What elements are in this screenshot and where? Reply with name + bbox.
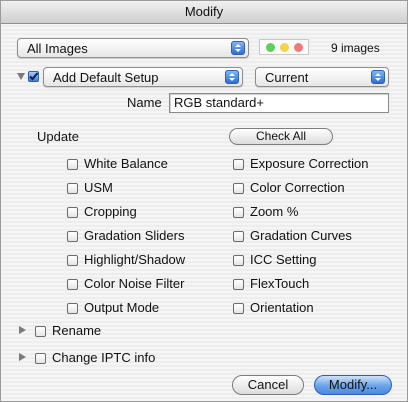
white-balance-checkbox[interactable]: [67, 159, 78, 170]
output-mode-label: Output Mode: [84, 300, 160, 315]
modify-dialog: Modify All Images 9 images Add Default S…: [0, 0, 408, 402]
window-title: Modify: [1, 1, 407, 24]
color-correction-checkbox[interactable]: [233, 183, 244, 194]
setup-checkbox[interactable]: [28, 71, 39, 82]
usm-label: USM: [84, 180, 113, 195]
icc-setting-label: ICC Setting: [250, 252, 317, 267]
iptc-label: Change IPTC info: [52, 350, 156, 365]
disclosure-open-icon[interactable]: [17, 73, 25, 80]
exposure-correction-checkbox[interactable]: [233, 159, 244, 170]
exposure-correction-label: Exposure Correction: [250, 156, 369, 171]
gradation-curves-checkbox[interactable]: [233, 231, 244, 242]
setup-mode-popup[interactable]: Current: [255, 67, 389, 87]
rename-checkbox[interactable]: [35, 326, 46, 337]
rename-label: Rename: [52, 323, 102, 338]
gradation-sliders-label: Gradation Sliders: [84, 228, 185, 243]
popup-arrows-icon: [371, 70, 385, 84]
highlight-shadow-checkbox[interactable]: [67, 255, 78, 266]
disclosure-closed-icon[interactable]: [19, 353, 26, 361]
color-label-filter[interactable]: [259, 39, 309, 55]
setup-action-popup[interactable]: Add Default Setup: [43, 67, 243, 87]
update-label: Update: [37, 129, 79, 144]
output-mode-checkbox[interactable]: [67, 303, 78, 314]
modify-button[interactable]: Modify...: [314, 375, 392, 395]
orientation-label: Orientation: [250, 300, 314, 315]
flextouch-checkbox[interactable]: [233, 279, 244, 290]
check-all-button[interactable]: Check All: [229, 128, 333, 145]
orientation-checkbox[interactable]: [233, 303, 244, 314]
name-field[interactable]: RGB standard+: [169, 93, 389, 113]
color-correction-label: Color Correction: [250, 180, 345, 195]
color-noise-filter-checkbox[interactable]: [67, 279, 78, 290]
name-label: Name: [127, 95, 162, 110]
cropping-label: Cropping: [84, 204, 137, 219]
green-label-icon[interactable]: [266, 43, 275, 52]
popup-arrows-icon: [231, 41, 245, 55]
highlight-shadow-label: Highlight/Shadow: [84, 252, 186, 267]
source-popup[interactable]: All Images: [17, 38, 249, 58]
color-noise-filter-label: Color Noise Filter: [84, 276, 185, 291]
image-count: 9 images: [331, 41, 380, 55]
disclosure-closed-icon[interactable]: [19, 326, 26, 334]
iptc-checkbox[interactable]: [35, 353, 46, 364]
zoom-checkbox[interactable]: [233, 207, 244, 218]
popup-arrows-icon: [225, 70, 239, 84]
setup-mode-value: Current: [265, 70, 309, 85]
red-label-icon[interactable]: [294, 43, 303, 52]
source-popup-value: All Images: [27, 41, 88, 56]
gradation-sliders-checkbox[interactable]: [67, 231, 78, 242]
cancel-button[interactable]: Cancel: [232, 375, 304, 395]
yellow-label-icon[interactable]: [280, 43, 289, 52]
gradation-curves-label: Gradation Curves: [250, 228, 352, 243]
white-balance-label: White Balance: [84, 156, 168, 171]
icc-setting-checkbox[interactable]: [233, 255, 244, 266]
usm-checkbox[interactable]: [67, 183, 78, 194]
flextouch-label: FlexTouch: [250, 276, 310, 291]
cropping-checkbox[interactable]: [67, 207, 78, 218]
setup-action-value: Add Default Setup: [53, 70, 159, 85]
zoom-label: Zoom %: [250, 204, 299, 219]
